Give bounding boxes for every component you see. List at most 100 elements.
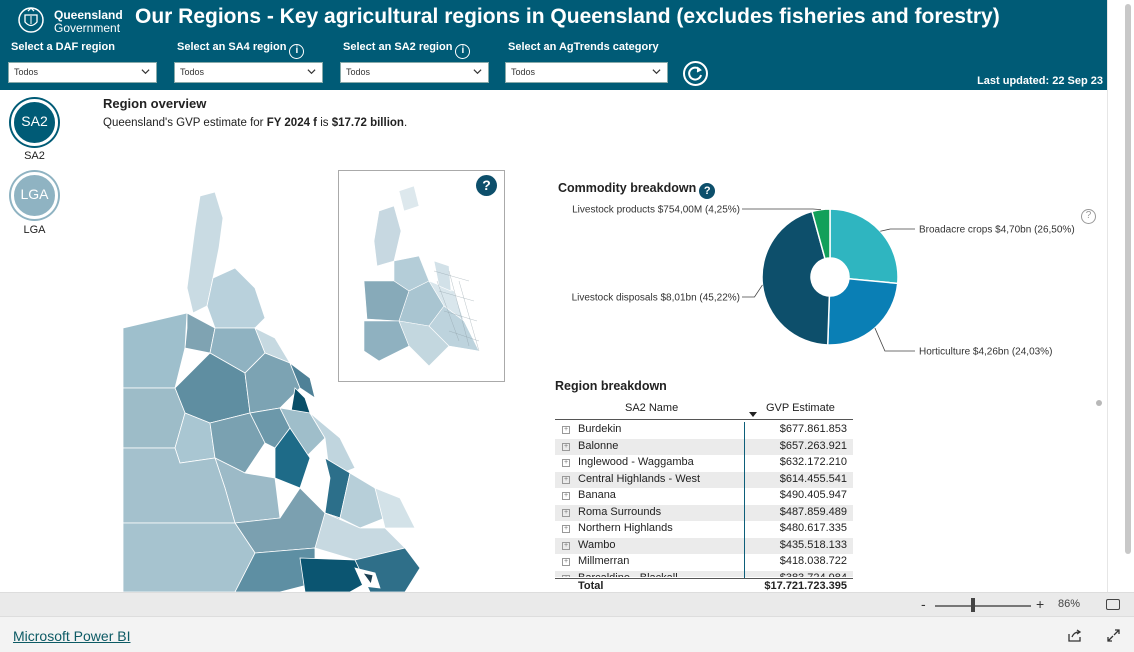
- chevron-down-icon: [473, 69, 482, 75]
- zoom-slider-thumb[interactable]: [971, 598, 976, 612]
- chevron-down-icon: [141, 69, 150, 75]
- expand-row-icon[interactable]: +: [562, 574, 570, 577]
- agtrends-category-label: Select an AgTrends category: [508, 41, 659, 53]
- zoom-bar: - + 86%: [0, 592, 1134, 616]
- table-row[interactable]: + Millmerran $418.038.722: [555, 554, 853, 571]
- crest-icon: [18, 7, 44, 33]
- sa4-region-label-text: Select an SA4 region: [177, 41, 287, 53]
- last-updated-text: Last updated: 22 Sep 23: [977, 75, 1103, 87]
- daf-region-label: Select a DAF region: [11, 41, 115, 53]
- table-row[interactable]: + Inglewood - Waggamba $632.172.210: [555, 455, 853, 472]
- gvp-estimate-cell: $614.455.541: [779, 472, 847, 485]
- sa4-region-dropdown[interactable]: Todos: [174, 62, 323, 83]
- agtrends-category-dropdown[interactable]: Todos: [505, 62, 668, 83]
- table-row[interactable]: + Central Highlands - West $614.455.541: [555, 471, 853, 488]
- sa4-region-label: Select an SA4 region i: [177, 41, 305, 59]
- footer-bar: Microsoft Power BI: [0, 616, 1134, 652]
- table-row[interactable]: + Banana $490.405.947: [555, 488, 853, 505]
- leader-line: [742, 284, 763, 298]
- summary-amount: $17.72 billion: [331, 117, 404, 129]
- share-icon[interactable]: [1067, 628, 1082, 643]
- table-header: SA2 Name GVP Estimate: [555, 398, 853, 420]
- expand-row-icon[interactable]: +: [562, 541, 570, 550]
- dropdown-value: Todos: [511, 67, 536, 77]
- table-row[interactable]: + Roma Surrounds $487.859.489: [555, 504, 853, 521]
- zoom-in-button[interactable]: +: [1036, 596, 1044, 612]
- summary-suffix: .: [403, 117, 408, 129]
- table-row[interactable]: + Balonne $657.263.921: [555, 438, 853, 455]
- sa2-view-button[interactable]: SA2: [11, 99, 58, 146]
- sa2-name-cell: Central Highlands - West: [578, 472, 701, 485]
- info-icon[interactable]: i: [455, 44, 471, 59]
- sa2-name-cell: Wambo: [578, 538, 616, 551]
- inset-map-frame[interactable]: [338, 170, 505, 382]
- total-value: $17.721.723.395: [764, 580, 847, 592]
- info-icon[interactable]: i: [289, 44, 305, 59]
- sa2-name-cell: Barcaldine - Blackall: [578, 572, 678, 578]
- sa2-region-label: Select an SA2 region i: [343, 41, 471, 59]
- expand-row-icon[interactable]: +: [562, 475, 570, 484]
- sa2-name-cell: Balonne: [578, 439, 619, 452]
- map-help-icon[interactable]: ?: [476, 175, 497, 196]
- sa2-name-cell: Northern Highlands: [578, 522, 673, 534]
- gvp-estimate-cell: $490.405.947: [779, 489, 847, 501]
- table-row[interactable]: + Burdekin $677.861.853: [555, 422, 853, 439]
- scrollbar-thumb[interactable]: [1125, 4, 1131, 554]
- sa2-region-dropdown[interactable]: Todos: [340, 62, 489, 83]
- fit-to-page-icon[interactable]: [1106, 599, 1120, 610]
- summary-prefix: Queensland's GVP estimate for: [103, 117, 267, 129]
- column-header-sa2-name[interactable]: SA2 Name: [625, 402, 678, 414]
- region-breakdown-table: SA2 Name GVP Estimate + Burdekin $677.861.…: [555, 398, 853, 592]
- chevron-down-icon: [652, 69, 661, 75]
- zoom-slider[interactable]: [935, 605, 1031, 607]
- table-row[interactable]: + Northern Highlands $480.617.335: [555, 521, 853, 538]
- data-label: Livestock products $754,00M (4,25%): [572, 205, 740, 216]
- expand-row-icon[interactable]: +: [562, 426, 570, 434]
- commodity-donut-chart[interactable]: Broadacre crops $4,70bn (26,50%) Horticul…: [560, 195, 1105, 365]
- sa2-name-cell: Inglewood - Waggamba: [578, 456, 694, 468]
- gvp-estimate-cell: $435.518.133: [779, 538, 847, 551]
- daf-region-dropdown[interactable]: Todos: [8, 62, 157, 83]
- reset-filters-button[interactable]: [683, 61, 708, 86]
- lga-view-button[interactable]: LGA: [11, 172, 58, 219]
- table-row[interactable]: + Wambo $435.518.133: [555, 537, 853, 554]
- page-scrollbar[interactable]: [1107, 0, 1134, 592]
- gvp-estimate-cell: $657.263.921: [779, 439, 847, 452]
- sa2-name-cell: Millmerran: [578, 555, 630, 567]
- sa2-name-cell: Banana: [578, 489, 616, 501]
- zoom-out-button[interactable]: -: [921, 596, 926, 612]
- daf-region-label-text: Select a DAF region: [11, 41, 115, 53]
- dropdown-value: Todos: [180, 67, 205, 77]
- power-bi-link[interactable]: Microsoft Power BI: [13, 628, 130, 644]
- inset-queensland-map: [363, 185, 480, 367]
- report-canvas: Queensland Government Our Regions - Key …: [0, 0, 1134, 652]
- gvp-estimate-cell: $487.859.489: [779, 505, 847, 518]
- table-row[interactable]: + Barcaldine - Blackall $383.724.984: [555, 570, 853, 578]
- qld-government-logo: Queensland Government: [16, 5, 123, 37]
- data-label: Livestock disposals $8,01bn (45,22%): [572, 293, 740, 304]
- column-header-gvp-estimate[interactable]: GVP Estimate: [766, 402, 835, 414]
- expand-row-icon[interactable]: +: [562, 459, 570, 467]
- fullscreen-icon[interactable]: [1106, 628, 1121, 643]
- table-total-row: Total $17.721.723.395: [555, 578, 853, 592]
- gvp-estimate-cell: $677.861.853: [779, 423, 847, 435]
- sort-descending-icon[interactable]: [749, 412, 757, 417]
- expand-row-icon[interactable]: +: [562, 508, 570, 517]
- sa2-region-label-text: Select an SA2 region: [343, 41, 453, 53]
- logo-line-2: Government: [54, 21, 121, 35]
- expand-row-icon[interactable]: +: [562, 442, 570, 451]
- gvp-estimate-cell: $418.038.722: [779, 555, 847, 567]
- table-body[interactable]: + Burdekin $677.861.853 + Balonne $657.263.92…: [555, 422, 853, 577]
- dropdown-value: Todos: [346, 67, 371, 77]
- report-title: Our Regions - Key agricultural regions i…: [135, 5, 1000, 28]
- expand-row-icon[interactable]: +: [562, 525, 570, 533]
- expand-row-icon[interactable]: +: [562, 492, 570, 500]
- table-scroll-indicator[interactable]: [1096, 400, 1102, 406]
- lga-view-label: LGA: [23, 224, 46, 236]
- sa2-view-label: SA2: [24, 150, 45, 162]
- data-label: Horticulture $4,26bn (24,03%): [919, 347, 1052, 358]
- donut-slice-horticulture[interactable]: [826, 277, 899, 346]
- leader-line: [880, 228, 915, 232]
- expand-row-icon[interactable]: +: [562, 558, 570, 566]
- donut-slice-broadacre-crops[interactable]: [829, 208, 899, 285]
